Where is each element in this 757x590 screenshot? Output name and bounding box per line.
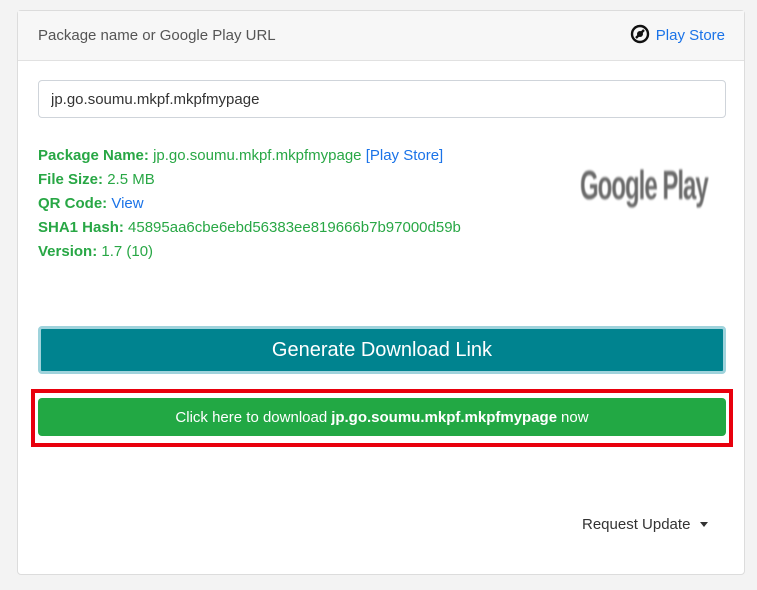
- sha1-value: 45895aa6cbe6ebd56383ee819666b7b97000d59b: [128, 219, 461, 236]
- file-size-label: File Size:: [38, 171, 104, 188]
- package-name-label: Package Name:: [38, 147, 149, 164]
- version-row: Version: 1.7 (10): [38, 240, 461, 264]
- package-search-input[interactable]: [38, 80, 726, 118]
- qr-code-label: QR Code:: [38, 195, 108, 212]
- caret-down-icon: [700, 522, 709, 527]
- sha1-row: SHA1 Hash: 45895aa6cbe6ebd56383ee819666b…: [38, 216, 461, 240]
- package-name-row: Package Name: jp.go.soumu.mkpf.mkpfmypag…: [38, 144, 461, 168]
- google-play-logo-text: Google Play: [580, 163, 709, 210]
- generate-download-link-label: Generate Download Link: [271, 338, 493, 361]
- card-header: Package name or Google Play URL Play Sto…: [18, 11, 744, 61]
- qr-code-view-link[interactable]: View: [111, 195, 143, 212]
- file-size-row: File Size: 2.5 MB: [38, 168, 461, 192]
- google-play-logo: Google Play: [576, 144, 709, 230]
- generate-download-link-button[interactable]: Generate Download Link: [38, 326, 726, 374]
- request-update-dropdown[interactable]: Request Update: [582, 516, 709, 533]
- version-label: Version:: [38, 243, 98, 260]
- package-name-value: jp.go.soumu.mkpf.mkpfmypage: [153, 147, 362, 164]
- play-store-link[interactable]: Play Store: [630, 24, 725, 48]
- download-suffix: now: [561, 408, 589, 426]
- package-play-store-link[interactable]: [Play Store]: [366, 147, 444, 164]
- play-store-icon: [630, 24, 650, 48]
- package-info: Package Name: jp.go.soumu.mkpf.mkpfmypag…: [38, 144, 461, 264]
- play-store-link-label: Play Store: [655, 27, 725, 44]
- version-value: 1.7 (10): [101, 243, 154, 260]
- sha1-label: SHA1 Hash:: [38, 219, 124, 236]
- apk-download-card: Package name or Google Play URL Play Sto…: [17, 10, 745, 575]
- request-update-label: Request Update: [582, 516, 691, 533]
- header-title: Package name or Google Play URL: [38, 27, 276, 44]
- download-prefix: Click here to download: [175, 408, 328, 426]
- download-package-name: jp.go.soumu.mkpf.mkpfmypage: [331, 408, 558, 426]
- download-now-button[interactable]: Click here to download jp.go.soumu.mkpf.…: [38, 398, 726, 436]
- file-size-value: 2.5 MB: [107, 171, 155, 188]
- qr-code-row: QR Code: View: [38, 192, 461, 216]
